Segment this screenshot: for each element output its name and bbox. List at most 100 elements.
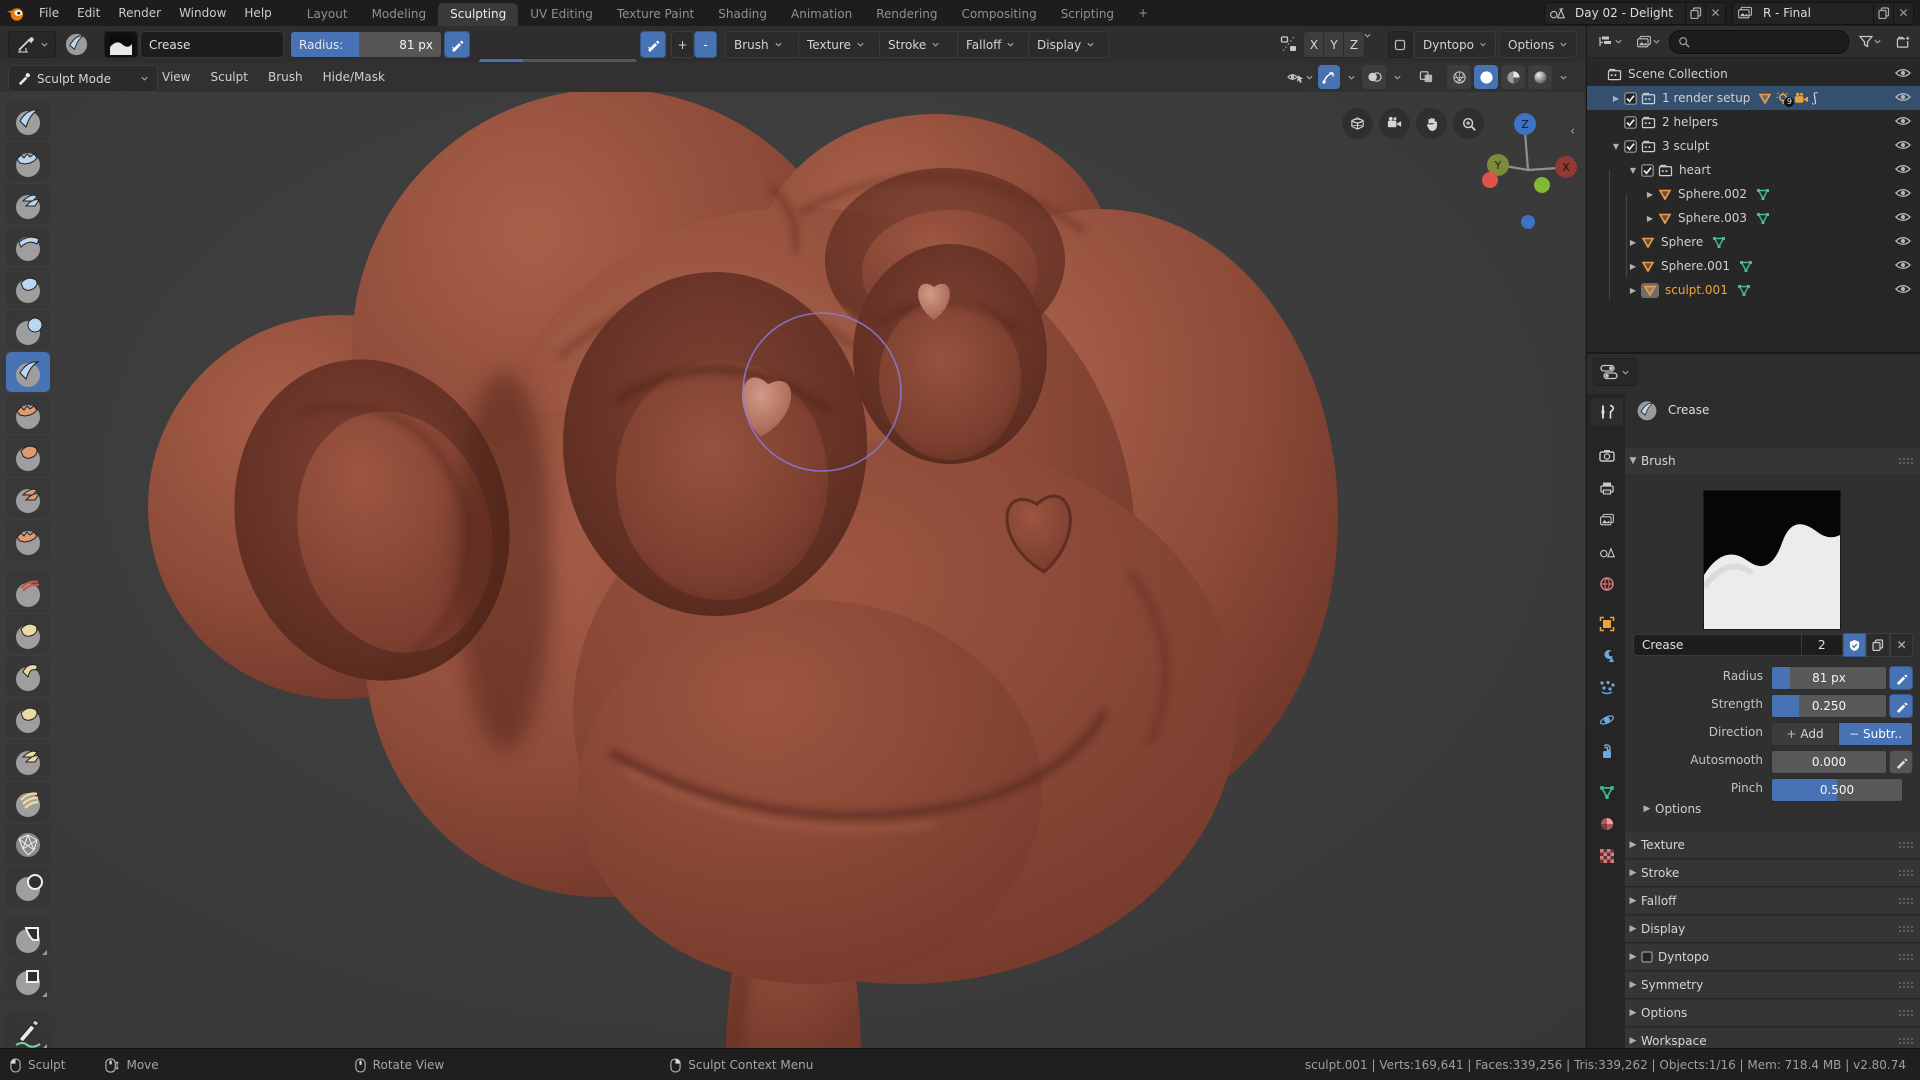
sculpt-tool-smooth[interactable] — [6, 394, 50, 434]
properties-tab-data[interactable] — [1591, 778, 1623, 806]
properties-tab-output[interactable] — [1591, 474, 1623, 502]
menu-help[interactable]: Help — [235, 0, 280, 26]
sculpt-tool-scrape[interactable] — [6, 520, 50, 560]
properties-tab-tool[interactable] — [1591, 398, 1623, 426]
sculpt-tool-fill[interactable] — [6, 478, 50, 518]
outliner-row-sculpt-001[interactable]: ▶ sculpt.001 — [1587, 278, 1920, 302]
panel-grip[interactable] — [1898, 953, 1913, 961]
menu-window[interactable]: Window — [170, 0, 235, 26]
workspace-tab-sculpting[interactable]: Sculpting — [438, 3, 519, 26]
outliner-item-label[interactable]: Sphere.002 — [1678, 187, 1747, 201]
hide-eye-toggle[interactable] — [1895, 139, 1911, 151]
navigation-gizmo[interactable]: Z Y X — [1478, 110, 1578, 230]
outliner-item-label[interactable]: Sphere.001 — [1661, 259, 1730, 273]
disclosure-triangle[interactable]: ▶ — [1610, 94, 1622, 103]
outliner-row-1-render-setup[interactable]: ▶ 1 render setup 9 ʃ — [1587, 86, 1920, 110]
outliner-row-sphere-002[interactable]: ▶ Sphere.002 — [1587, 182, 1920, 206]
workspace-tab-compositing[interactable]: Compositing — [949, 3, 1048, 26]
panel-dyntopo-header[interactable]: ▶ Dyntopo — [1625, 944, 1920, 971]
autosmooth-slider[interactable]: 0.000 — [1771, 750, 1887, 774]
outliner-row-sphere-001[interactable]: ▶ Sphere.001 — [1587, 254, 1920, 278]
sculpt-tool-box-hide[interactable] — [6, 918, 50, 958]
blender-logo[interactable] — [0, 4, 30, 23]
shading-dropdown-chevron[interactable] — [1555, 65, 1571, 89]
brush-icon[interactable] — [62, 31, 90, 56]
sculpt-tool-mask[interactable] — [6, 866, 50, 906]
workspace-tab-texture-paint[interactable]: Texture Paint — [605, 3, 706, 26]
hide-eye-toggle[interactable] — [1895, 283, 1911, 295]
editor-type-outliner-dropdown[interactable] — [1593, 30, 1627, 54]
disclosure-triangle[interactable]: ▶ — [1644, 214, 1656, 223]
add-workspace-button[interactable]: + — [1126, 2, 1160, 25]
disclosure-triangle[interactable]: ▶ — [1627, 262, 1639, 271]
region-collapse-arrow[interactable]: ‹ — [1570, 124, 1575, 139]
brush-name-input[interactable]: Crease — [1633, 634, 1802, 656]
panel-grip[interactable] — [1898, 897, 1913, 905]
direction-add-button[interactable]: + Add — [1771, 722, 1839, 746]
view-layer-icon[interactable] — [1733, 6, 1757, 20]
outliner-item-label[interactable]: Sphere — [1661, 235, 1703, 249]
mode-dropdown[interactable]: Sculpt Mode — [8, 65, 158, 92]
workspace-tab-uv-editing[interactable]: UV Editing — [518, 3, 605, 26]
panel-texture-header[interactable]: ▶ Texture — [1625, 832, 1920, 859]
menu-file[interactable]: File — [30, 0, 68, 26]
radius-slider[interactable]: 81 px — [1771, 666, 1887, 690]
properties-tab-material[interactable] — [1591, 810, 1623, 838]
panel-grip[interactable] — [1898, 1009, 1913, 1017]
sculpt-tool-annotate[interactable] — [6, 1012, 50, 1048]
sculpt-tool-layer[interactable] — [6, 226, 50, 266]
hide-eye-toggle[interactable] — [1895, 115, 1911, 127]
properties-tab-constraints[interactable] — [1591, 738, 1623, 766]
sculpt-tool-thumb[interactable] — [6, 698, 50, 738]
outliner-item-label[interactable]: 3 sculpt — [1662, 139, 1710, 153]
duplicate-brush-button[interactable] — [1865, 633, 1891, 657]
brush-preview-thumb[interactable] — [104, 31, 138, 58]
direction-add-toggle[interactable]: + — [671, 31, 694, 58]
sculpt-tool-snake-hook[interactable] — [6, 656, 50, 696]
brush-name-field[interactable]: Crease — [140, 31, 284, 58]
sculpt-tool-pinch[interactable] — [6, 572, 50, 612]
sculpt-tool-box-mask[interactable] — [6, 960, 50, 1000]
sculpt-tool-draw[interactable] — [6, 100, 50, 140]
direction-subtract-button[interactable]: − Subtr.. — [1838, 722, 1913, 746]
viewport-canvas[interactable]: Z Y X ‹ — [0, 92, 1585, 1048]
popover-falloff[interactable]: Falloff — [957, 31, 1032, 58]
sculpt-tool-simplify[interactable] — [6, 824, 50, 864]
brush-panel-header[interactable]: ▼ Brush — [1625, 448, 1920, 475]
sculpt-tool-clay[interactable] — [6, 142, 50, 182]
view-layer-remove-button[interactable]: ✕ — [1893, 2, 1913, 24]
outliner-item-label[interactable]: Sphere.003 — [1678, 211, 1747, 225]
outliner-row-3-sculpt[interactable]: ▼ 3 sculpt — [1587, 134, 1920, 158]
sculpt-tool-grab[interactable] — [6, 614, 50, 654]
properties-tab-world[interactable] — [1591, 570, 1623, 598]
outliner-row-sphere[interactable]: ▶ Sphere — [1587, 230, 1920, 254]
properties-tab-view-layer[interactable] — [1591, 506, 1623, 534]
outliner-row-sphere-003[interactable]: ▶ Sphere.003 — [1587, 206, 1920, 230]
strength-pressure-toggle[interactable] — [1889, 694, 1913, 718]
overlays-dropdown-chevron[interactable] — [1389, 65, 1405, 89]
radius-pressure-toggle[interactable] — [444, 31, 470, 58]
outliner-display-mode-dropdown[interactable] — [1631, 30, 1665, 54]
dyntopo-dropdown[interactable]: Dyntopo — [1414, 31, 1496, 58]
panel-symmetry-header[interactable]: ▶ Symmetry — [1625, 972, 1920, 999]
shading-solid-button[interactable] — [1474, 65, 1498, 89]
panel-options-header[interactable]: ▶ Options — [1625, 1000, 1920, 1027]
viewport-menu-brush[interactable]: Brush — [258, 62, 313, 92]
hide-eye-toggle[interactable] — [1895, 163, 1911, 175]
scene-copy-button[interactable] — [1685, 2, 1705, 24]
brush-options-subpanel-header[interactable]: ▶ Options — [1639, 802, 1702, 816]
sculpt-tool-blob[interactable] — [6, 310, 50, 350]
workspace-tab-rendering[interactable]: Rendering — [864, 3, 949, 26]
scene-name[interactable]: Day 02 - Delight — [1569, 6, 1685, 20]
shading-wireframe-button[interactable] — [1447, 65, 1471, 89]
mirror-more-chevron[interactable] — [1360, 31, 1374, 56]
xray-toggle[interactable] — [1414, 65, 1438, 89]
properties-tab-modifiers[interactable] — [1591, 642, 1623, 670]
properties-tab-render[interactable] — [1591, 442, 1623, 470]
sculpt-tool-rotate[interactable] — [6, 782, 50, 822]
radius-slider[interactable]: Radius: 81 px — [290, 31, 442, 58]
outliner-row-scene-collection[interactable]: Scene Collection — [1587, 62, 1920, 86]
workspace-tab-modeling[interactable]: Modeling — [360, 3, 439, 26]
outliner-search-input[interactable] — [1669, 29, 1849, 54]
overlays-toggle[interactable] — [1362, 65, 1386, 89]
